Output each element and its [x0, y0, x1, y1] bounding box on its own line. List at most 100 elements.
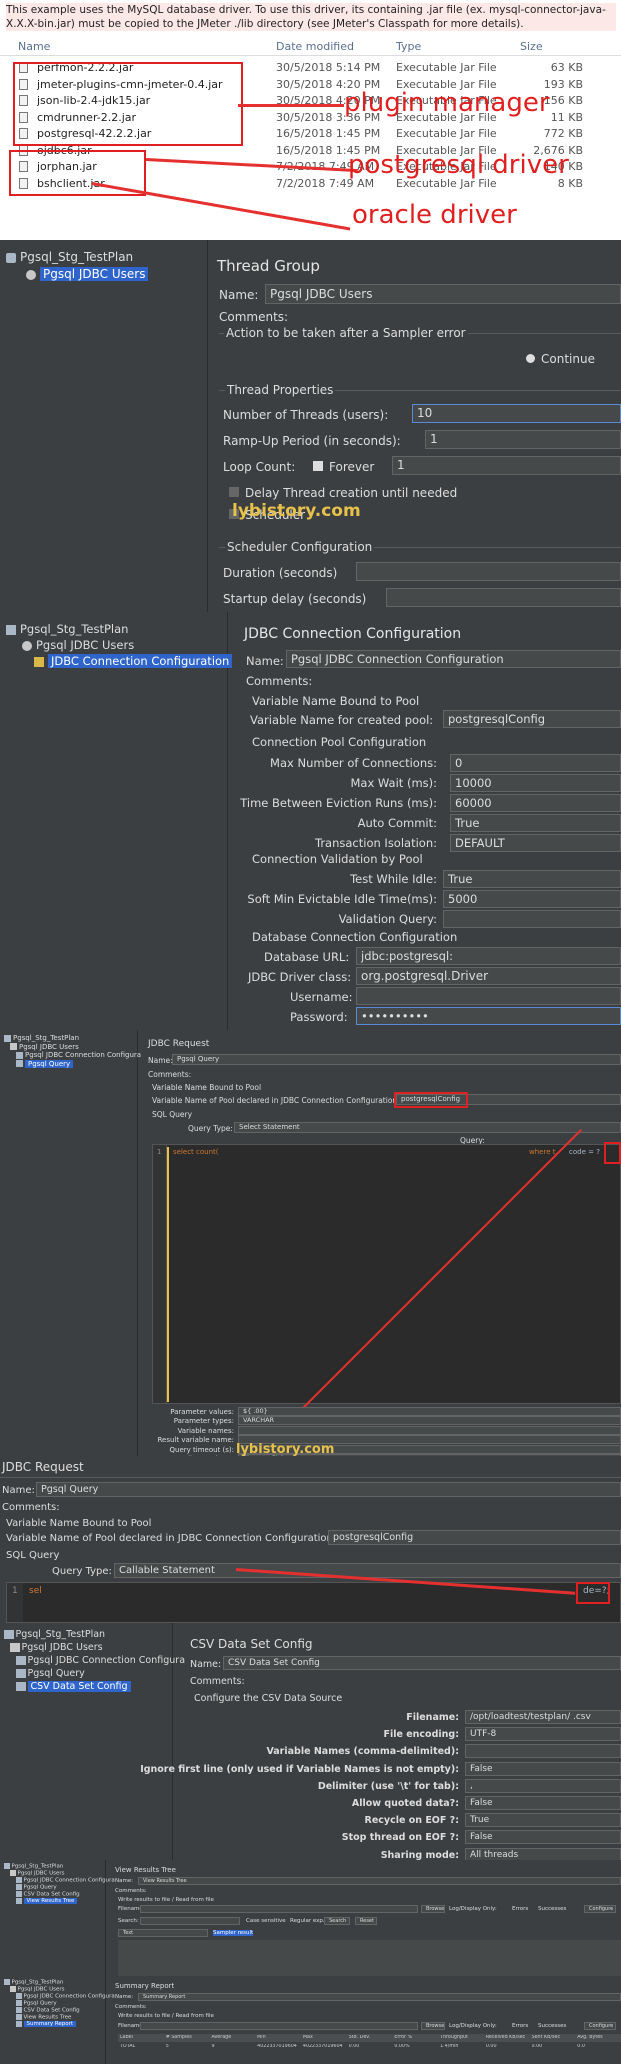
tree-item[interactable]: Pgsql JDBC Users [10, 1870, 64, 1876]
successes-checkbox[interactable]: Successes [538, 1906, 566, 1912]
table-header-cell[interactable]: Received KB/sec [486, 2035, 529, 2040]
query-type-select[interactable]: Select Statement [234, 1122, 621, 1133]
tree-item[interactable]: View Results Tree [16, 2014, 71, 2020]
startup-field[interactable] [386, 588, 621, 607]
tree-item[interactable]: CSV Data Set Config [16, 1681, 131, 1692]
tree-item[interactable]: Pgsql_Stg_TestPlan [4, 1629, 105, 1640]
tree-item[interactable]: Pgsql Query [16, 2000, 57, 2006]
tree-item[interactable]: Pgsql JDBC Connection Configura [16, 1051, 141, 1059]
loop-field[interactable]: 1 [392, 456, 621, 475]
sampler-result-tab[interactable]: Sampler result [213, 1930, 254, 1936]
name-field[interactable]: Pgsql Query [36, 1482, 621, 1497]
pool-var-field[interactable]: postgresqlConfig [443, 710, 621, 728]
table-header-cell[interactable]: Std. Dev. [349, 2035, 392, 2040]
browse-button[interactable]: Browse... [421, 1905, 445, 1913]
validation-setting-field[interactable]: True [443, 870, 621, 888]
param-field[interactable] [238, 1425, 621, 1435]
csv-setting-field[interactable]: UTF-8 [465, 1727, 621, 1742]
configure-button[interactable]: Configure [584, 1905, 616, 1913]
search-button[interactable]: Search [324, 1917, 350, 1925]
table-header-cell[interactable]: Label [120, 2035, 163, 2040]
tree-item[interactable]: Pgsql_Stg_TestPlan [4, 1034, 79, 1042]
name-field[interactable]: Pgsql Query [172, 1054, 621, 1065]
param-field[interactable]: VARCHAR [238, 1416, 621, 1426]
url-field[interactable]: jdbc:postgresql: [356, 947, 621, 965]
tree-item[interactable]: Pgsql JDBC Connection Configura [16, 1993, 115, 1999]
tree-item[interactable]: Summary Report [16, 2021, 77, 2028]
tree-item[interactable]: Pgsql_Stg_TestPlan [4, 1979, 63, 1985]
csv-setting-field[interactable]: False [465, 1761, 621, 1776]
column-size[interactable]: Size [520, 40, 543, 53]
search-field[interactable] [140, 1917, 240, 1925]
table-header-cell[interactable]: # Samples [166, 2035, 209, 2040]
tree-item[interactable]: Pgsql Query [16, 1884, 57, 1890]
table-header-cell[interactable]: Min [257, 2035, 300, 2040]
password-field[interactable]: •••••••••• [356, 1007, 621, 1025]
query-type-select[interactable]: Callable Statement [114, 1563, 621, 1578]
rampup-field[interactable]: 1 [425, 430, 621, 449]
configure-button[interactable]: Configure [584, 2022, 616, 2030]
tree-item[interactable]: Pgsql JDBC Connection Configura [16, 1877, 115, 1883]
table-header-cell[interactable]: Avg. Bytes [577, 2035, 620, 2040]
table-header-cell[interactable]: Error % [394, 2035, 437, 2040]
tree-item[interactable]: Pgsql JDBC Users [10, 1986, 64, 1992]
forever-checkbox[interactable]: Forever [313, 460, 374, 474]
errors-checkbox[interactable]: Errors [512, 2023, 528, 2029]
delay-checkbox[interactable]: Delay Thread creation until needed [229, 486, 457, 500]
tree-item-jdbc-config[interactable]: JDBC Connection Configuration [34, 654, 233, 668]
pool-setting-field[interactable]: 10000 [450, 774, 621, 792]
browse-button[interactable]: Browse... [421, 2022, 445, 2030]
pool-var-field[interactable]: postgresqlConfig [328, 1530, 621, 1545]
pool-setting-field[interactable]: DEFAULT [450, 834, 621, 852]
tree-item-test-plan[interactable]: Pgsql_Stg_TestPlan [6, 250, 133, 264]
tree-item-thread-group[interactable]: Pgsql JDBC Users [26, 267, 149, 281]
csv-setting-field[interactable]: All threads [465, 1847, 621, 1860]
regex-checkbox[interactable]: Regular exp. [290, 1918, 325, 1924]
tree-item[interactable]: Pgsql Query [16, 1668, 85, 1679]
filename-field[interactable] [140, 1905, 418, 1913]
tree-item[interactable]: Pgsql JDBC Users [10, 1642, 103, 1653]
reset-button[interactable]: Reset [355, 1917, 377, 1925]
name-field[interactable]: Pgsql JDBC Connection Configuration [286, 650, 621, 668]
table-header-cell[interactable]: Average [211, 2035, 254, 2040]
csv-setting-field[interactable]: , [465, 1778, 621, 1793]
table-header-cell[interactable]: Throughput [440, 2035, 483, 2040]
name-field[interactable]: CSV Data Set Config [223, 1656, 621, 1670]
threads-field[interactable]: 10 [412, 404, 621, 423]
renderer-select[interactable]: Text [118, 1929, 208, 1937]
filename-field[interactable] [140, 2022, 418, 2030]
successes-checkbox[interactable]: Successes [538, 2023, 566, 2029]
csv-setting-field[interactable]: /opt/loadtest/testplan/ .csv [465, 1710, 621, 1724]
name-field[interactable]: View Results Tree [138, 1877, 621, 1885]
duration-field[interactable] [356, 562, 621, 581]
csv-setting-field[interactable]: False [465, 1796, 621, 1810]
tree-item[interactable]: View Results Tree [16, 1898, 78, 1905]
pool-setting-field[interactable]: 60000 [450, 794, 621, 812]
table-header-cell[interactable]: Max [303, 2035, 346, 2040]
driver-field[interactable]: org.postgresql.Driver [356, 967, 621, 985]
tree-item[interactable]: Pgsql_Stg_TestPlan [4, 1863, 63, 1869]
continue-radio[interactable]: Continue [526, 352, 595, 366]
csv-setting-field[interactable]: False [465, 1830, 621, 1845]
tree-item[interactable]: CSV Data Set Config [16, 1891, 80, 1897]
column-date[interactable]: Date modified [276, 40, 354, 53]
case-checkbox[interactable]: Case sensitive [246, 1918, 286, 1924]
tree-item[interactable]: Pgsql Query [16, 1059, 74, 1068]
tree-item-thread-group[interactable]: Pgsql JDBC Users [22, 638, 134, 652]
name-field[interactable]: Pgsql JDBC Users [265, 284, 621, 304]
tree-item[interactable]: Pgsql JDBC Connection Configura [16, 1655, 185, 1666]
table-header-cell[interactable]: Sent KB/sec [532, 2035, 575, 2040]
csv-setting-field[interactable]: True [465, 1813, 621, 1828]
sql-editor[interactable]: 1 select count( where t code = ? [152, 1144, 621, 1404]
pool-setting-field[interactable]: 0 [450, 754, 621, 772]
name-field[interactable]: Summary Report [138, 1993, 621, 2001]
column-type[interactable]: Type [396, 40, 421, 53]
tree-item-test-plan[interactable]: Pgsql_Stg_TestPlan [6, 622, 128, 636]
username-field[interactable] [356, 987, 621, 1005]
errors-checkbox[interactable]: Errors [512, 1906, 528, 1912]
tree-item[interactable]: Pgsql JDBC Users [10, 1043, 79, 1051]
tree-item[interactable]: CSV Data Set Config [16, 2007, 80, 2013]
column-name[interactable]: Name [18, 40, 50, 53]
validation-setting-field[interactable] [443, 910, 621, 928]
param-field[interactable]: ${ .00} [238, 1407, 621, 1416]
